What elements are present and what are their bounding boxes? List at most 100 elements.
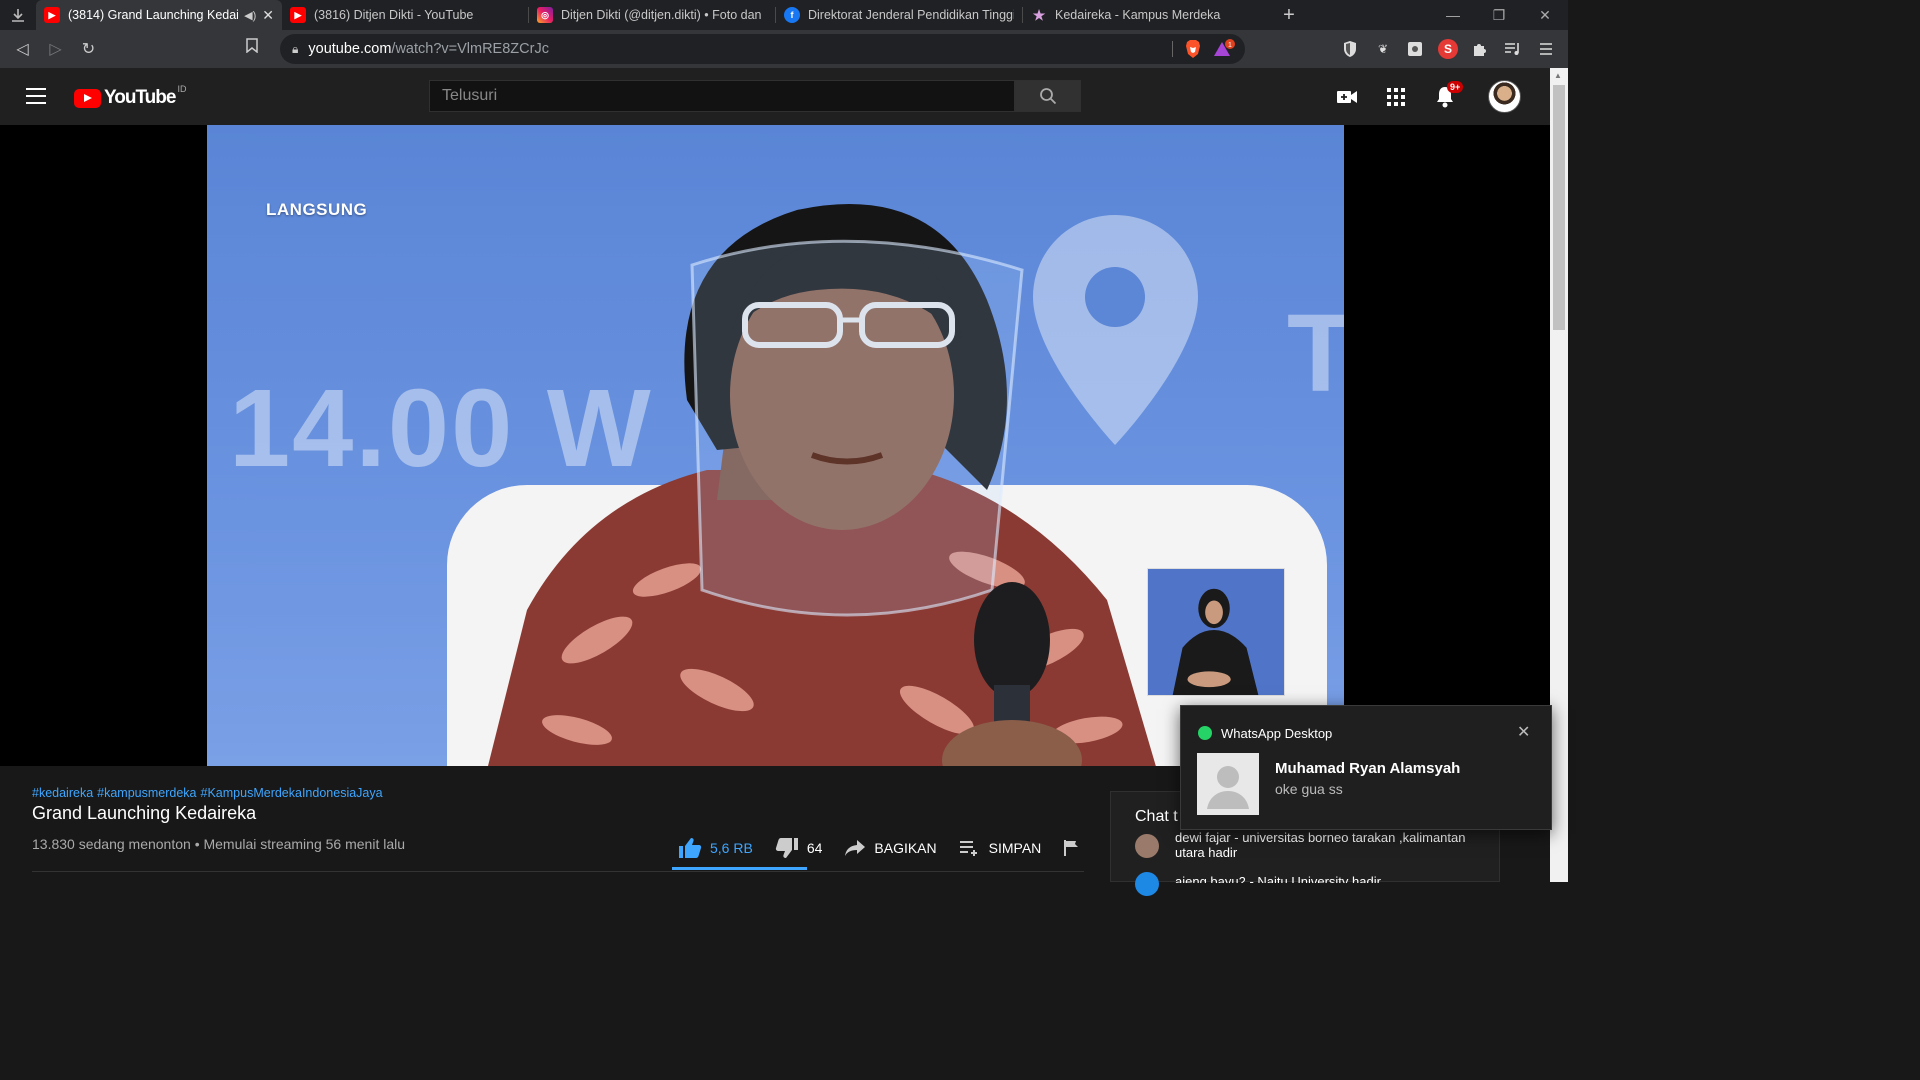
- browser-toolbar: ◁ ▷ ↻ 🔒︎ youtube.com/watch?v=VlmRE8ZCrJc…: [0, 30, 1568, 68]
- apps-grid-icon[interactable]: [1384, 85, 1408, 109]
- instagram-favicon-icon: ◎: [537, 7, 553, 23]
- tab-title: Kedaireka - Kampus Merdeka: [1055, 8, 1221, 22]
- chat-message: dewi fajar - universitas borneo tarakan …: [1175, 830, 1466, 860]
- shield-extension-icon[interactable]: [1340, 39, 1360, 59]
- create-video-icon[interactable]: [1335, 85, 1359, 109]
- scroll-up-icon[interactable]: ▲: [1554, 71, 1562, 80]
- browser-tab-bar: ▶ (3814) Grand Launching Kedaireka ◀) ✕ …: [0, 0, 1568, 30]
- kedaireka-favicon-icon: ★: [1032, 6, 1046, 23]
- search-button[interactable]: [1015, 80, 1081, 112]
- sign-language-interpreter-inset: [1147, 568, 1285, 696]
- tab-kedaireka[interactable]: ★ Kedaireka - Kampus Merdeka: [1023, 0, 1269, 30]
- whatsapp-icon: [1198, 726, 1212, 740]
- puzzle-extensions-icon[interactable]: [1470, 39, 1490, 59]
- chat-avatar: [1135, 834, 1159, 858]
- tab-grand-launching[interactable]: ▶ (3814) Grand Launching Kedaireka ◀) ✕: [36, 0, 282, 30]
- account-avatar[interactable]: [1488, 80, 1521, 113]
- search-box: [429, 80, 1015, 112]
- share-label: BAGIKAN: [874, 840, 937, 856]
- media-playlist-icon[interactable]: [1503, 39, 1523, 59]
- info-divider: [32, 871, 1084, 872]
- video-title: Grand Launching Kedaireka: [32, 803, 257, 823]
- speaker-figure: [488, 204, 1156, 766]
- video-player-area[interactable]: 14.00 W T LANGSUNG: [0, 125, 1550, 766]
- like-ratio-bar: [672, 867, 807, 870]
- bird-extension-icon[interactable]: ❦: [1373, 39, 1393, 59]
- youtube-header: YouTube ID 9+: [0, 68, 1550, 125]
- chat-avatar: [1135, 872, 1159, 896]
- restore-icon[interactable]: ❐: [1476, 0, 1522, 30]
- hashtag-link[interactable]: #kampusmerdeka: [97, 786, 196, 800]
- dislike-button[interactable]: 64: [775, 837, 823, 859]
- youtube-logo[interactable]: YouTube ID: [74, 84, 187, 109]
- browser-menu-icon[interactable]: [1536, 39, 1556, 59]
- live-label: LANGSUNG: [266, 200, 368, 219]
- tab-title: (3814) Grand Launching Kedaireka: [68, 8, 238, 22]
- logo-wordmark: YouTube: [104, 87, 176, 108]
- thumbs-down-icon: [775, 838, 798, 858]
- scrollbar-thumb[interactable]: [1553, 85, 1565, 330]
- url-host: youtube.com: [308, 41, 392, 57]
- close-window-icon[interactable]: ✕: [1522, 0, 1568, 30]
- svg-text:1: 1: [1228, 42, 1232, 49]
- search-icon: [1040, 88, 1057, 105]
- notification-count-badge: 9+: [1447, 81, 1464, 93]
- new-tab-button[interactable]: +: [1269, 4, 1309, 27]
- tab-instagram[interactable]: ◎ Ditjen Dikti (@ditjen.dikti) • Foto da…: [529, 0, 775, 30]
- like-button[interactable]: 5,6 RB: [678, 837, 753, 859]
- notification-sender: Muhamad Ryan Alamsyah: [1275, 760, 1461, 777]
- country-code: ID: [177, 84, 187, 94]
- video-frame[interactable]: 14.00 W T LANGSUNG: [207, 125, 1344, 766]
- thumbs-up-icon: [679, 838, 702, 858]
- tab-title: Direktorat Jenderal Pendidikan Tinggi: [808, 8, 1014, 22]
- like-count: 5,6 RB: [710, 840, 753, 856]
- save-button[interactable]: SIMPAN: [959, 840, 1042, 856]
- brave-rewards-icon[interactable]: 1: [1213, 39, 1235, 59]
- address-bar-separator: [1172, 41, 1173, 57]
- youtube-favicon-icon: ▶: [44, 7, 60, 23]
- chat-title: Chat t: [1135, 808, 1178, 825]
- guide-menu-icon[interactable]: [26, 88, 46, 104]
- audio-playing-icon[interactable]: ◀): [244, 9, 256, 22]
- youtube-favicon-icon: ▶: [290, 7, 306, 23]
- tab-facebook[interactable]: f Direktorat Jenderal Pendidikan Tinggi: [776, 0, 1022, 30]
- close-notification-icon[interactable]: ✕: [1517, 722, 1530, 742]
- s-extension-icon[interactable]: S: [1438, 39, 1458, 59]
- notification-message: oke gua ss: [1275, 781, 1343, 797]
- whatsapp-notification[interactable]: WhatsApp Desktop ✕ Muhamad Ryan Alamsyah…: [1180, 705, 1552, 830]
- notification-app-name: WhatsApp Desktop: [1221, 726, 1333, 741]
- brave-shields-icon[interactable]: [1183, 39, 1203, 59]
- share-button[interactable]: BAGIKAN: [844, 839, 937, 857]
- page-scrollbar[interactable]: ▲: [1550, 68, 1568, 882]
- contact-avatar-placeholder: [1197, 753, 1259, 815]
- video-meta: 13.830 sedang menonton • Memulai streami…: [32, 836, 406, 852]
- address-bar[interactable]: 🔒︎ youtube.com/watch?v=VlmRE8ZCrJc 1: [280, 34, 1245, 64]
- tab-ditjen-youtube[interactable]: ▶ (3816) Ditjen Dikti - YouTube: [282, 0, 528, 30]
- download-icon[interactable]: [0, 0, 36, 30]
- tab-title: (3816) Ditjen Dikti - YouTube: [314, 8, 474, 22]
- youtube-play-logo-icon: [74, 88, 101, 108]
- window-controls: — ❐ ✕: [1430, 0, 1568, 30]
- window-extension-icon[interactable]: [1405, 39, 1425, 59]
- minimize-icon[interactable]: —: [1430, 0, 1476, 30]
- lock-icon[interactable]: 🔒︎: [292, 42, 298, 57]
- close-tab-icon[interactable]: ✕: [262, 7, 274, 24]
- back-icon[interactable]: ◁: [6, 39, 39, 59]
- search-input[interactable]: [442, 87, 1014, 105]
- report-button[interactable]: [1063, 839, 1089, 857]
- share-arrow-icon: [845, 840, 866, 856]
- hashtags: #kedaireka #kampusmerdeka #KampusMerdekaIn…: [32, 786, 387, 800]
- forward-icon[interactable]: ▷: [39, 39, 72, 59]
- hashtag-link[interactable]: #KampusMerdekaIndonesiaJaya: [201, 786, 383, 800]
- dislike-count: 64: [806, 840, 823, 856]
- background-letter: T: [1287, 292, 1344, 415]
- bookmark-icon[interactable]: [246, 38, 258, 57]
- url-path: /watch?v=VlmRE8ZCrJc: [391, 41, 549, 57]
- hashtag-link[interactable]: #kedaireka: [32, 786, 93, 800]
- save-label: SIMPAN: [988, 840, 1042, 856]
- chat-message: ajeng bayu2 - Naitu University hadir: [1175, 874, 1381, 883]
- video-actions: 5,6 RB 64 BAGIKAN SIMPAN: [678, 836, 1111, 860]
- reload-icon[interactable]: ↻: [72, 39, 105, 59]
- flag-icon: [1064, 840, 1079, 856]
- tab-title: Ditjen Dikti (@ditjen.dikti) • Foto dan: [561, 8, 762, 22]
